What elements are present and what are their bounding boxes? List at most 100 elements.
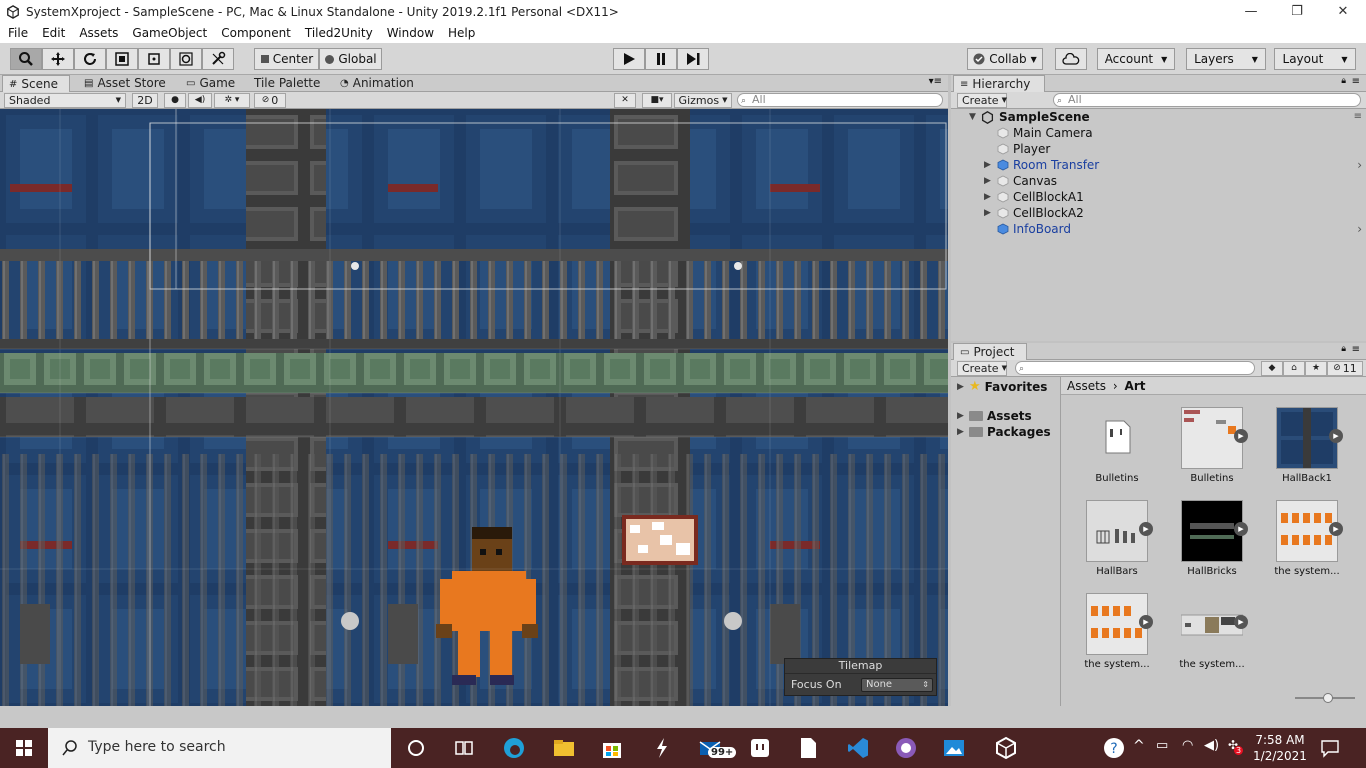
asset-item[interactable]: ▶ the system... [1172, 593, 1252, 679]
search-by-type-button[interactable]: ◆ [1261, 361, 1283, 376]
unity-app-icon[interactable] [994, 736, 1018, 760]
transform-tool-button[interactable] [170, 48, 202, 70]
asset-item[interactable]: ▶ HallBars [1077, 500, 1157, 586]
expand-arrow-icon[interactable]: ▶ [984, 157, 991, 173]
volume-icon[interactable]: ◀) [1204, 738, 1219, 753]
expand-sprite-icon[interactable]: ▶ [1329, 429, 1343, 443]
menu-gameobject[interactable]: GameObject [126, 26, 213, 40]
start-button[interactable] [0, 728, 48, 768]
hierarchy-item[interactable]: ▶ Room Transfer › [951, 157, 1366, 173]
cloud-button[interactable] [1055, 48, 1087, 70]
cortana-icon[interactable] [404, 736, 428, 760]
battery-icon[interactable]: ▭ [1156, 738, 1168, 753]
slider-handle[interactable] [1323, 693, 1333, 703]
panel-menu-icon[interactable]: ≡ [1352, 76, 1360, 87]
focus-on-dropdown[interactable]: None ⇕ [861, 678, 933, 692]
menu-window[interactable]: Window [381, 26, 440, 40]
hierarchy-item[interactable]: Main Camera [951, 125, 1366, 141]
taskbar-search-box[interactable]: Type here to search [48, 728, 391, 768]
shortcut-app-icon[interactable] [650, 736, 674, 760]
scene-canvas[interactable] [0, 109, 948, 706]
scene-row[interactable]: ▼ SampleScene ≡ [951, 109, 1366, 125]
expand-sprite-icon[interactable]: ▶ [1139, 522, 1153, 536]
expand-sprite-icon[interactable]: ▶ [1234, 429, 1248, 443]
expand-arrow-icon[interactable]: ▶ [957, 427, 965, 437]
custom-tool-button[interactable] [202, 48, 234, 70]
expand-arrow-icon[interactable]: ▶ [957, 382, 965, 392]
hierarchy-search-input[interactable]: ⌕ All [1053, 93, 1361, 107]
vscode-icon[interactable] [846, 736, 870, 760]
gizmos-dropdown[interactable]: Gizmos ▼ [674, 93, 732, 108]
move-tool-button[interactable] [42, 48, 74, 70]
menu-assets[interactable]: Assets [73, 26, 124, 40]
help-icon[interactable]: ? [1102, 736, 1126, 760]
account-dropdown[interactable]: Account ▼ [1097, 48, 1175, 70]
store-icon[interactable] [600, 736, 624, 760]
chevron-up-icon[interactable]: ^ [1133, 738, 1145, 754]
menu-edit[interactable]: Edit [36, 26, 71, 40]
lighting-toggle[interactable]: ● [164, 93, 186, 108]
pause-button[interactable] [645, 48, 677, 70]
asset-item[interactable]: ▶ HallBricks [1172, 500, 1252, 586]
wifi-icon[interactable]: ◠ [1182, 738, 1193, 753]
close-button[interactable]: ✕ [1320, 0, 1366, 23]
asset-item[interactable]: ▶ the system... [1267, 500, 1347, 586]
breadcrumb-item-current[interactable]: Art [1125, 379, 1146, 393]
asset-item[interactable]: ▶ Bulletins [1172, 407, 1252, 493]
lock-icon[interactable]: 🔒︎ [1341, 76, 1346, 86]
expand-sprite-icon[interactable]: ▶ [1139, 615, 1153, 629]
tab-animation[interactable]: ◔ Animation [334, 75, 420, 92]
expand-arrow-icon[interactable]: ▶ [984, 189, 991, 205]
expand-arrow-icon[interactable]: ▼ [969, 109, 976, 125]
asset-item[interactable]: ▶ HallBack1 [1267, 407, 1347, 493]
panel-menu-icon[interactable]: ▾≡ [929, 76, 942, 87]
action-center-button[interactable] [1320, 738, 1340, 761]
audio-toggle[interactable]: ◀) [188, 93, 212, 108]
tab-scene[interactable]: # Scene [2, 75, 70, 92]
step-button[interactable] [677, 48, 709, 70]
scene-search-input[interactable]: ⌕ All [737, 93, 943, 107]
panel-menu-icon[interactable]: ≡ [1354, 109, 1362, 125]
mail-app-button[interactable]: 99+ [698, 736, 738, 760]
tree-item-favorites[interactable]: ▶ ★ Favorites [957, 379, 1047, 394]
collab-dropdown[interactable]: Collab ▼ [967, 48, 1043, 70]
photos-app-icon[interactable] [942, 736, 966, 760]
chevron-right-icon[interactable]: › [1357, 221, 1362, 237]
file-explorer-icon[interactable] [552, 736, 576, 760]
panel-menu-icon[interactable]: ≡ [1352, 344, 1360, 355]
hidden-packages-toggle[interactable]: ⊘ 11 [1327, 361, 1363, 376]
document-icon[interactable] [796, 736, 820, 760]
menu-file[interactable]: File [2, 26, 34, 40]
play-button[interactable] [613, 48, 645, 70]
menu-component[interactable]: Component [215, 26, 297, 40]
2d-toggle[interactable]: 2D [132, 93, 158, 108]
favorite-button[interactable]: ★ [1305, 361, 1327, 376]
tab-project[interactable]: ▭ Project [953, 343, 1027, 360]
task-view-icon[interactable] [452, 736, 476, 760]
project-search-input[interactable]: ⌕ [1015, 361, 1255, 375]
project-create-dropdown[interactable]: Create ▼ [957, 361, 1007, 376]
expand-sprite-icon[interactable]: ▶ [1234, 522, 1248, 536]
rotate-tool-button[interactable] [74, 48, 106, 70]
rect-tool-button[interactable] [138, 48, 170, 70]
scene-view[interactable] [0, 109, 948, 706]
layout-dropdown[interactable]: Layout ▼ [1274, 48, 1356, 70]
chevron-right-icon[interactable]: › [1357, 157, 1362, 173]
space-toggle[interactable]: Global [319, 48, 382, 70]
expand-sprite-icon[interactable]: ▶ [1329, 522, 1343, 536]
hand-tool-button[interactable] [10, 48, 42, 70]
scale-tool-button[interactable] [106, 48, 138, 70]
clock[interactable]: 7:58 AM 1/2/2021 [1252, 732, 1308, 764]
tree-item-packages[interactable]: ▶ Packages [957, 425, 1051, 439]
minimize-button[interactable]: — [1228, 0, 1274, 23]
asset-item[interactable]: Bulletins [1077, 407, 1157, 493]
hierarchy-create-dropdown[interactable]: Create ▼ [957, 93, 1007, 108]
thumbnail-size-slider[interactable] [1295, 693, 1355, 703]
pivot-toggle[interactable]: Center [254, 48, 319, 70]
scene-tools-button[interactable]: ✕ [614, 93, 636, 108]
expand-arrow-icon[interactable]: ▶ [957, 411, 965, 421]
effects-dropdown[interactable]: ✲ ▾ [214, 93, 250, 108]
hierarchy-item[interactable]: InfoBoard › [951, 221, 1366, 237]
tab-asset-store[interactable]: ▤ Asset Store [78, 75, 172, 92]
breadcrumb-item[interactable]: Assets [1067, 379, 1106, 393]
